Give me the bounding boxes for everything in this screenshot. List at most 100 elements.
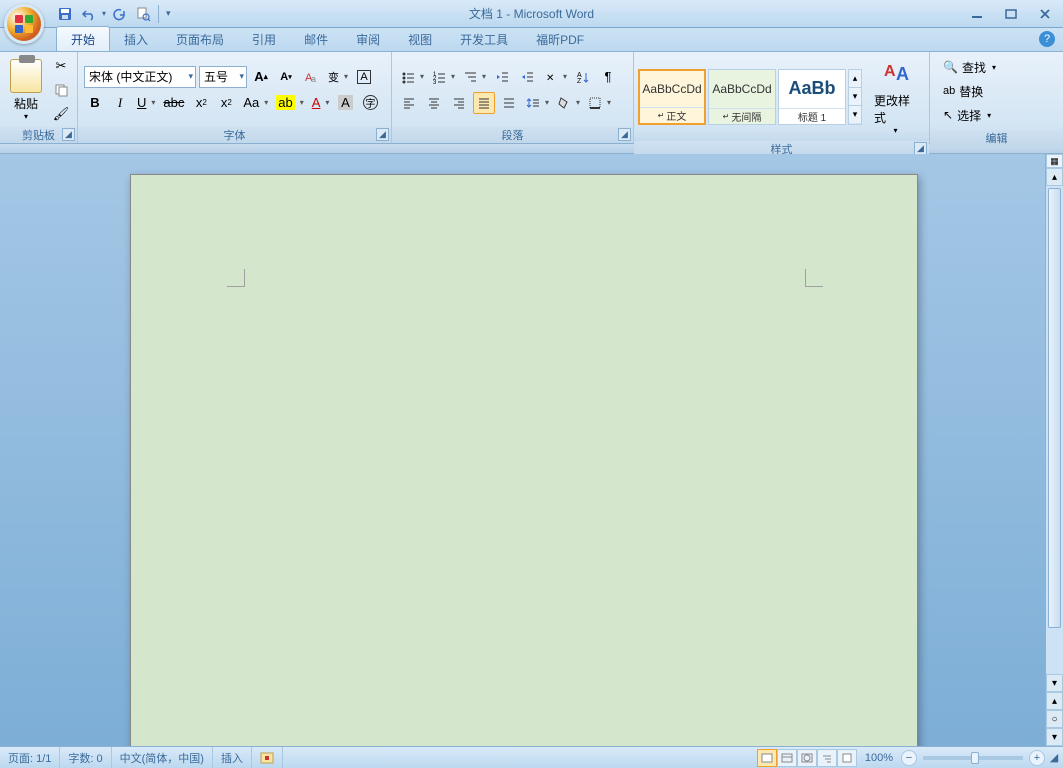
paste-button[interactable]: 粘贴 ▾ — [4, 55, 48, 125]
align-center-button[interactable] — [423, 92, 445, 114]
paragraph-launcher[interactable]: ◢ — [618, 128, 631, 141]
italic-button[interactable]: I — [109, 92, 131, 114]
change-case-button[interactable]: Aa — [240, 92, 270, 114]
tab-references[interactable]: 引用 — [238, 27, 290, 51]
maximize-button[interactable] — [999, 5, 1023, 23]
format-painter-button[interactable]: 🖌 — [50, 103, 72, 125]
zoom-out-button[interactable]: − — [901, 750, 917, 766]
tab-review[interactable]: 审阅 — [342, 27, 394, 51]
align-right-button[interactable] — [448, 92, 470, 114]
borders-button[interactable] — [585, 92, 613, 114]
style-heading-1[interactable]: AaBb 标题 1 — [778, 69, 846, 125]
document-viewport[interactable] — [0, 154, 1045, 746]
tab-developer[interactable]: 开发工具 — [446, 27, 522, 51]
copy-button[interactable] — [50, 79, 72, 101]
tab-page-layout[interactable]: 页面布局 — [162, 27, 238, 51]
highlight-button[interactable]: ab — [273, 92, 305, 114]
font-name-combo[interactable]: 宋体 (中文正文)▾ — [84, 66, 196, 88]
tab-insert[interactable]: 插入 — [110, 27, 162, 51]
zoom-in-button[interactable]: + — [1029, 750, 1045, 766]
styles-row-down[interactable]: ▾ — [849, 88, 861, 106]
tab-mail[interactable]: 邮件 — [290, 27, 342, 51]
scroll-track[interactable] — [1046, 630, 1063, 674]
shading-button[interactable] — [554, 92, 582, 114]
next-page-button[interactable]: ▾ — [1046, 728, 1063, 746]
view-web-layout[interactable] — [797, 749, 817, 767]
superscript-button[interactable]: x2 — [215, 92, 237, 114]
clipboard-group-label: 剪贴板◢ — [0, 127, 77, 143]
scroll-thumb[interactable] — [1048, 188, 1061, 628]
status-language[interactable]: 中文(简体，中国) — [112, 747, 213, 768]
svg-text:3: 3 — [433, 80, 437, 84]
phonetic-guide-button[interactable]: 变 — [325, 66, 350, 88]
minimize-button[interactable] — [965, 5, 989, 23]
zoom-level[interactable]: 100% — [857, 752, 901, 764]
multilevel-list-button[interactable] — [460, 66, 488, 88]
view-print-layout[interactable] — [757, 749, 777, 767]
align-left-button[interactable] — [398, 92, 420, 114]
browse-object-button[interactable]: ○ — [1046, 710, 1063, 728]
qat-customize-dropdown[interactable]: ▾ — [163, 8, 174, 19]
undo-dropdown[interactable]: ▾ — [102, 9, 106, 18]
subscript-button[interactable]: x2 — [190, 92, 212, 114]
bold-button[interactable]: B — [84, 92, 106, 114]
view-full-screen[interactable] — [777, 749, 797, 767]
change-styles-label: 更改样式 — [874, 92, 917, 126]
style-normal[interactable]: AaBbCcDd ↵正文 — [638, 69, 706, 125]
bullets-button[interactable] — [398, 66, 426, 88]
scroll-down-button[interactable]: ▾ — [1046, 674, 1063, 692]
previous-page-button[interactable]: ▴ — [1046, 692, 1063, 710]
ruler-toggle[interactable]: ▦ — [1046, 154, 1063, 168]
enclose-characters-button[interactable]: 字 — [359, 92, 381, 114]
text-direction-button[interactable]: ✕ — [541, 66, 569, 88]
font-color-button[interactable]: A — [309, 92, 332, 114]
cut-button[interactable]: ✂ — [50, 55, 72, 77]
strikethrough-button[interactable]: abc — [160, 92, 187, 114]
change-styles-button[interactable]: AA 更改样式 ▾ — [866, 54, 925, 139]
office-button[interactable] — [4, 4, 44, 44]
show-marks-button[interactable]: ¶ — [597, 66, 619, 88]
status-words[interactable]: 字数: 0 — [60, 747, 111, 768]
zoom-thumb[interactable] — [971, 752, 979, 764]
undo-button[interactable] — [78, 3, 100, 25]
status-insert-mode[interactable]: 插入 — [213, 747, 252, 768]
select-button[interactable]: ↖选择▾ — [938, 104, 1001, 126]
tab-view[interactable]: 视图 — [394, 27, 446, 51]
view-draft[interactable] — [837, 749, 857, 767]
character-border-button[interactable]: A — [353, 66, 375, 88]
scroll-up-button[interactable]: ▴ — [1046, 168, 1063, 186]
increase-indent-button[interactable] — [516, 66, 538, 88]
replace-button[interactable]: ab替换 — [938, 80, 1001, 102]
tab-home[interactable]: 开始 — [56, 26, 110, 51]
numbering-button[interactable]: 123 — [429, 66, 457, 88]
redo-button[interactable] — [108, 3, 130, 25]
page[interactable] — [130, 174, 918, 746]
styles-expand[interactable]: ▾ — [849, 106, 861, 123]
line-spacing-button[interactable] — [523, 92, 551, 114]
distributed-button[interactable] — [498, 92, 520, 114]
decrease-indent-button[interactable] — [491, 66, 513, 88]
style-no-spacing[interactable]: AaBbCcDd ↵无间隔 — [708, 69, 776, 125]
underline-button[interactable]: U — [134, 92, 157, 114]
print-preview-button[interactable] — [132, 3, 154, 25]
tab-foxit-pdf[interactable]: 福昕PDF — [522, 27, 598, 51]
character-shading-button[interactable]: A — [334, 92, 356, 114]
clipboard-launcher[interactable]: ◢ — [62, 128, 75, 141]
font-size-combo[interactable]: 五号▾ — [199, 66, 247, 88]
find-button[interactable]: 🔍查找▾ — [938, 56, 1001, 78]
save-button[interactable] — [54, 3, 76, 25]
help-button[interactable]: ? — [1039, 31, 1055, 47]
shrink-font-button[interactable]: A▾ — [275, 66, 297, 88]
grow-font-button[interactable]: A▴ — [250, 66, 272, 88]
resize-grip[interactable]: ◢ — [1045, 751, 1063, 764]
sort-button[interactable]: AZ — [572, 66, 594, 88]
clear-formatting-button[interactable]: Aa — [300, 66, 322, 88]
view-outline[interactable] — [817, 749, 837, 767]
font-launcher[interactable]: ◢ — [376, 128, 389, 141]
close-button[interactable] — [1033, 5, 1057, 23]
zoom-slider[interactable] — [923, 756, 1023, 760]
status-page[interactable]: 页面: 1/1 — [0, 747, 60, 768]
status-macro[interactable] — [252, 747, 283, 768]
styles-row-up[interactable]: ▴ — [849, 70, 861, 88]
justify-button[interactable] — [473, 92, 495, 114]
